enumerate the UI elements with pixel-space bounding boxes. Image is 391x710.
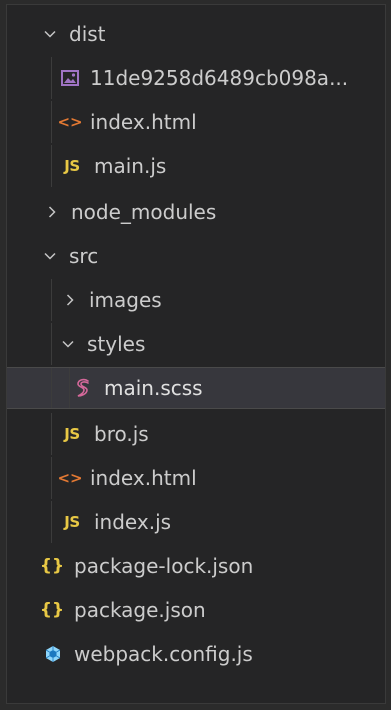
- tree-item-webpack-config-js[interactable]: webpack.config.js: [7, 633, 385, 675]
- tree-item-label: src: [69, 244, 99, 268]
- tree-item-dist-folder[interactable]: dist: [7, 13, 385, 55]
- tree-item-label: dist: [69, 22, 106, 46]
- tree-item-label: index.js: [94, 510, 172, 534]
- tree-item-label: main.js: [94, 154, 167, 178]
- tree-item-label: index.html: [90, 466, 197, 490]
- indent-guide: [51, 279, 52, 321]
- chevron-down-icon[interactable]: [61, 337, 75, 351]
- indent-guide: [51, 457, 52, 499]
- tree-item-src-folder[interactable]: src: [7, 235, 385, 277]
- image-file-icon: [59, 70, 81, 86]
- tree-item-package-lock-json[interactable]: {} package-lock.json: [7, 545, 385, 587]
- tree-item-label: package-lock.json: [74, 554, 254, 578]
- sass-file-icon: [73, 378, 95, 398]
- tree-item-index-js[interactable]: JS index.js: [7, 501, 385, 543]
- tree-item-label: index.html: [90, 110, 197, 134]
- indent-guide: [51, 501, 52, 543]
- tree-item-main-scss[interactable]: main.scss: [7, 367, 385, 409]
- indent-guide: [51, 413, 52, 455]
- js-file-icon: JS: [64, 513, 80, 531]
- tree-item-label: images: [89, 288, 162, 312]
- tree-item-label: styles: [87, 332, 146, 356]
- tree-item-dist-index-html[interactable]: <> index.html: [7, 101, 385, 143]
- indent-guide: [51, 57, 52, 99]
- tree-item-src-index-html[interactable]: <> index.html: [7, 457, 385, 499]
- indent-guide: [51, 145, 52, 187]
- tree-item-label: 11de9258d6489cb098a...: [90, 66, 349, 90]
- indent-guide: [51, 368, 52, 408]
- tree-item-package-json[interactable]: {} package.json: [7, 589, 385, 631]
- webpack-cube-icon: [41, 645, 65, 663]
- tree-item-label: package.json: [74, 598, 206, 622]
- tree-item-bro-js[interactable]: JS bro.js: [7, 413, 385, 455]
- tree-item-node-modules-folder[interactable]: node_modules: [7, 191, 385, 233]
- tree-item-label: webpack.config.js: [74, 642, 253, 666]
- indent-guide: [69, 368, 70, 408]
- chevron-down-icon[interactable]: [43, 249, 57, 263]
- json-file-icon: {}: [39, 600, 65, 620]
- indent-guide: [51, 323, 52, 365]
- html-file-icon: <>: [57, 469, 83, 487]
- chevron-down-icon[interactable]: [43, 27, 57, 41]
- indent-guide: [51, 101, 52, 143]
- tree-item-styles-folder[interactable]: styles: [7, 323, 385, 365]
- tree-item-label: node_modules: [71, 200, 217, 224]
- tree-item-label: main.scss: [104, 376, 203, 400]
- chevron-right-icon[interactable]: [63, 293, 77, 307]
- js-file-icon: JS: [64, 425, 80, 443]
- chevron-right-icon[interactable]: [45, 205, 59, 219]
- tree-item-image-file[interactable]: 11de9258d6489cb098a...: [7, 57, 385, 99]
- js-file-icon: JS: [64, 157, 80, 175]
- tree-item-main-js[interactable]: JS main.js: [7, 145, 385, 187]
- file-explorer: dist 11de9258d6489cb098a... <> index.htm…: [6, 4, 386, 704]
- tree-item-images-folder[interactable]: images: [7, 279, 385, 321]
- json-file-icon: {}: [39, 556, 65, 576]
- html-file-icon: <>: [57, 113, 83, 131]
- tree-item-label: bro.js: [94, 422, 149, 446]
